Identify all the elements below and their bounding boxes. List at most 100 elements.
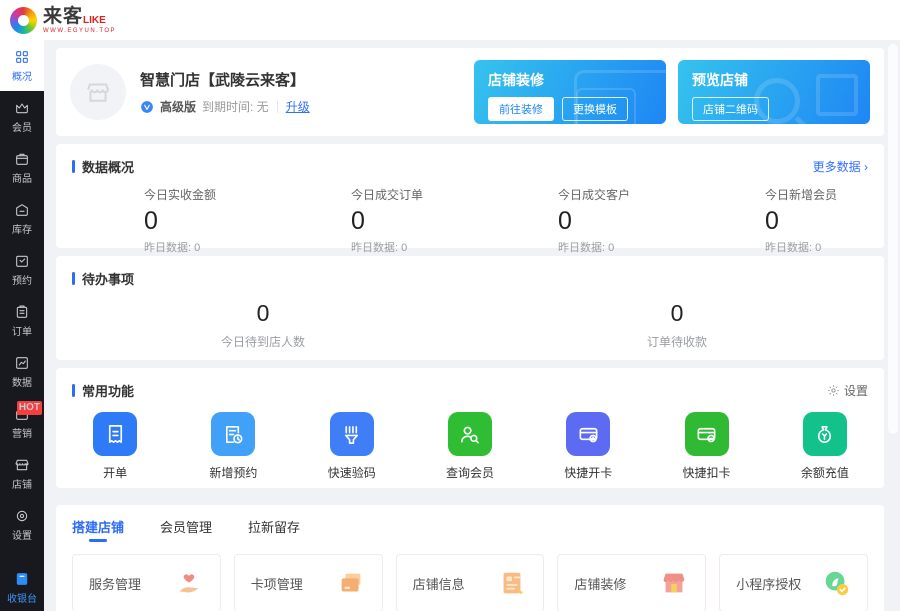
stat-label: 今日成交客户 — [558, 186, 677, 203]
card-label: 店铺信息 — [413, 574, 465, 593]
quick-label: 新增预约 — [209, 464, 257, 481]
todo-label: 今日待到店人数 — [56, 333, 470, 350]
card-item-management-card[interactable]: 卡项管理 — [234, 554, 383, 611]
tab-acquisition-retention[interactable]: 拉新留存 — [248, 517, 300, 544]
quick-actions-card: 常用功能 设置 开单 新增预约 — [56, 368, 884, 488]
store-avatar — [70, 64, 126, 120]
stat-label: 今日成交订单 — [351, 186, 470, 203]
service-management-card[interactable]: 服务管理 — [72, 554, 221, 611]
preview-banner: 预览店铺 店铺二维码 — [678, 60, 870, 124]
shop-qrcode-button[interactable]: 店铺二维码 — [692, 97, 769, 121]
shop-decorate-card[interactable]: 店铺装修 — [557, 554, 706, 611]
grid-icon — [14, 49, 30, 65]
go-decorate-button[interactable]: 前往装修 — [488, 97, 554, 121]
sidebar-item-orders[interactable]: 订单 — [0, 295, 44, 346]
sidebar-item-overview[interactable]: 概况 — [0, 40, 44, 91]
todo-label: 订单待收款 — [470, 333, 884, 350]
expire-label: 到期时间: 无 — [202, 98, 269, 115]
section-header: 待办事项 — [56, 256, 884, 288]
section-header: 数据概况 更多数据 › — [56, 144, 884, 176]
quick-search-member[interactable]: 查询会员 — [411, 412, 529, 481]
section-accent-bar — [72, 272, 75, 285]
shop-info-card[interactable]: 店铺信息 — [396, 554, 545, 611]
meta-divider — [277, 101, 278, 113]
data-overview-card: 数据概况 更多数据 › 今日实收金额 0 昨日数据: 0 今日成交订单 0 昨日… — [56, 144, 884, 248]
scrollbar-thumb[interactable] — [888, 44, 898, 434]
store-title: 智慧门店【武陵云来客】 — [140, 69, 460, 90]
todo-row: 0 今日待到店人数 0 订单待收款 — [56, 288, 884, 350]
sidebar-item-marketing[interactable]: HOT 营销 — [0, 397, 44, 448]
brand-name: 来客 — [43, 6, 83, 27]
main-content: 智慧门店【武陵云来客】 高级版 到期时间: 无 升级 店铺装修 前往装修 更换模… — [44, 40, 900, 611]
sidebar-item-label: 预约 — [12, 272, 32, 287]
mini-program-auth-card[interactable]: 小程序授权 — [719, 554, 868, 611]
sidebar-item-label: 店铺 — [12, 476, 32, 491]
stat-sub: 昨日数据: 0 — [144, 239, 263, 255]
stat-today-revenue: 今日实收金额 0 昨日数据: 0 — [56, 186, 263, 255]
barcode-scan-icon — [330, 412, 374, 456]
sidebar-item-label: 营销 — [12, 425, 32, 440]
banner-buttons: 前往装修 更换模板 — [488, 97, 652, 121]
sidebar-item-members[interactable]: 会员 — [0, 91, 44, 142]
todo-value: 0 — [470, 300, 884, 327]
sidebar-item-label: 设置 — [12, 527, 32, 542]
stat-sub: 昨日数据: 0 — [765, 239, 884, 255]
quick-label: 快捷开卡 — [564, 464, 612, 481]
todo-pending-payment: 0 订单待收款 — [470, 300, 884, 350]
gear-icon — [827, 384, 840, 397]
sidebar-item-data[interactable]: 数据 — [0, 346, 44, 397]
sidebar-item-settings[interactable]: 设置 — [0, 499, 44, 550]
tab-member-management[interactable]: 会员管理 — [160, 517, 212, 544]
section-accent-bar — [72, 160, 75, 173]
stat-label: 今日新增会员 — [765, 186, 884, 203]
card-label: 店铺装修 — [574, 574, 626, 593]
upgrade-link[interactable]: 升级 — [286, 98, 310, 115]
sidebar-item-shop[interactable]: 店铺 — [0, 448, 44, 499]
store-info: 智慧门店【武陵云来客】 高级版 到期时间: 无 升级 — [140, 69, 460, 115]
cashier-icon — [14, 571, 30, 587]
quick-scan-code[interactable]: 快速验码 — [293, 412, 411, 481]
brand-logo: 来客LIKE WWW.EGYUN.TOP — [10, 7, 116, 34]
todo-visitors: 0 今日待到店人数 — [56, 300, 470, 350]
sidebar-item-appointments[interactable]: 预约 — [0, 244, 44, 295]
store-info-card: 智慧门店【武陵云来客】 高级版 到期时间: 无 升级 店铺装修 前往装修 更换模… — [56, 48, 884, 136]
decorate-banner: 店铺装修 前往装修 更换模板 — [474, 60, 666, 124]
section-title: 待办事项 — [82, 269, 868, 288]
quick-balance-recharge[interactable]: 余额充值 — [766, 412, 884, 481]
sidebar-item-label: 数据 — [12, 374, 32, 389]
receipt-icon — [93, 412, 137, 456]
package-icon — [14, 151, 30, 167]
card-plus-icon — [566, 412, 610, 456]
quick-label: 快速验码 — [328, 464, 376, 481]
more-data-link[interactable]: 更多数据 › — [813, 158, 868, 175]
quick-label: 开单 — [103, 464, 127, 481]
settings-label: 设置 — [844, 382, 868, 399]
sidebar-item-products[interactable]: 商品 — [0, 142, 44, 193]
card-label: 服务管理 — [89, 574, 141, 593]
sidebar-item-label: 概况 — [12, 68, 32, 83]
stat-today-orders: 今日成交订单 0 昨日数据: 0 — [263, 186, 470, 255]
stat-value: 0 — [765, 207, 884, 236]
tab-build-shop[interactable]: 搭建店铺 — [72, 517, 124, 544]
quick-create-order[interactable]: 开单 — [56, 412, 174, 481]
card-label: 卡项管理 — [251, 574, 303, 593]
quick-deduct-card[interactable]: 快捷扣卡 — [647, 412, 765, 481]
sidebar-item-inventory[interactable]: 库存 — [0, 193, 44, 244]
store-meta: 高级版 到期时间: 无 升级 — [140, 98, 460, 115]
sidebar-item-cashier[interactable]: 收银台 — [0, 562, 44, 611]
section-header: 常用功能 设置 — [56, 368, 884, 400]
stat-new-members: 今日新增会员 0 昨日数据: 0 — [677, 186, 884, 255]
brand-url: WWW.EGYUN.TOP — [43, 28, 116, 34]
brand-logo-text: 来客LIKE WWW.EGYUN.TOP — [43, 7, 116, 34]
quick-open-card[interactable]: 快捷开卡 — [529, 412, 647, 481]
quick-new-appointment[interactable]: 新增预约 — [174, 412, 292, 481]
change-template-button[interactable]: 更换模板 — [562, 97, 628, 121]
quick-label: 余额充值 — [801, 464, 849, 481]
scrollbar[interactable] — [888, 44, 898, 604]
brand-accent: LIKE — [83, 15, 106, 26]
quick-settings-button[interactable]: 设置 — [827, 382, 868, 399]
quick-label: 快捷扣卡 — [683, 464, 731, 481]
gear-icon — [14, 508, 30, 524]
build-card-row: 服务管理 卡项管理 店铺信息 店铺装修 小程序授权 — [72, 554, 868, 611]
storefront-icon — [83, 77, 113, 107]
